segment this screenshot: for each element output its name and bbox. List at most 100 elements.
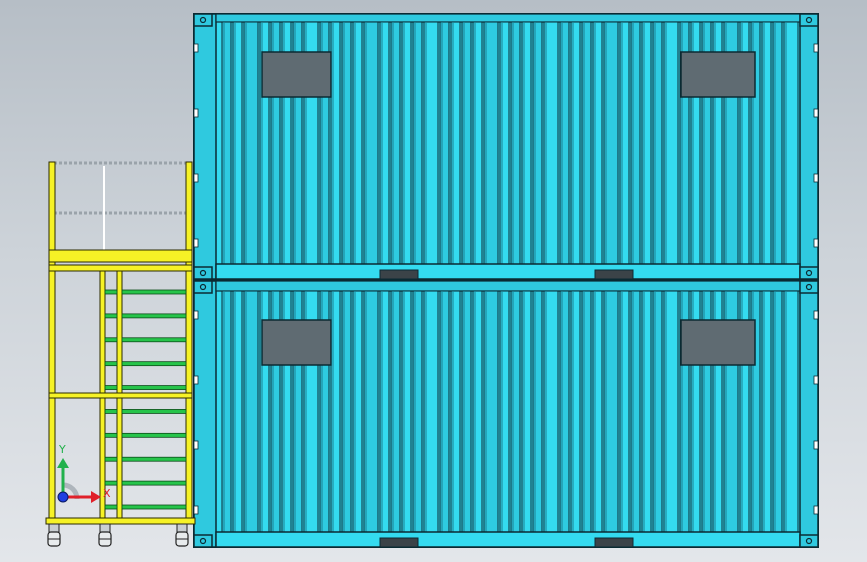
lower-container-rib (352, 290, 363, 533)
upper-container-rib (521, 21, 532, 265)
caster-mount (176, 523, 188, 533)
lower-container-fork-pocket-left (379, 537, 419, 548)
upper-container-hinge (193, 108, 199, 118)
lower-container-corner-casting (799, 280, 819, 294)
cad-drawing-canvas[interactable]: Y X (0, 0, 867, 562)
lower-container-rib (559, 290, 570, 533)
upper-container-rib (341, 21, 352, 265)
lower-container-rib (630, 290, 641, 533)
lower-container-rib (619, 290, 630, 533)
lower-container-rib (499, 290, 510, 533)
lower-container-top-rail (215, 280, 801, 292)
lower-container-rib (379, 290, 390, 533)
upper-container-hinge (193, 238, 199, 248)
caster-mount (99, 523, 111, 533)
upper-container-bottom-rail (215, 263, 801, 280)
tower-casters (47, 523, 189, 547)
upper-container-corner-casting (799, 13, 819, 27)
upper-container-rib (352, 21, 363, 265)
axis-z-dot-icon (57, 491, 69, 503)
lower-container-corner-casting (193, 280, 213, 294)
ladder-rung-inner (104, 313, 118, 319)
upper-container-top-rail (215, 13, 801, 23)
tower-platform (48, 249, 193, 263)
ladder-rung (121, 337, 187, 343)
upper-container-rib (630, 21, 641, 265)
upper-container-rib (559, 21, 570, 265)
upper-container-hinge (813, 238, 819, 248)
lower-container-hinge (193, 375, 199, 385)
upper-container-rib (450, 21, 461, 265)
lower-container-rib (341, 290, 352, 533)
ladder-rung-inner (104, 289, 118, 295)
lower-container-rib (472, 290, 483, 533)
upper-container[interactable] (193, 13, 819, 280)
lower-container-corner-casting (799, 534, 819, 548)
lower-container-rib (641, 290, 652, 533)
lower-container-rib (221, 290, 232, 533)
ladder-rung (121, 385, 187, 390)
upper-container-rib (532, 21, 543, 265)
lower-container-window-right (680, 319, 756, 366)
upper-container-rib (472, 21, 483, 265)
upper-container-window-left (261, 51, 332, 98)
lower-container-rib (461, 290, 472, 533)
lower-container-rib (510, 290, 521, 533)
lower-container-hinge (813, 375, 819, 385)
upper-container-rib (581, 21, 592, 265)
lower-container-rib (521, 290, 532, 533)
upper-container-rib (772, 21, 783, 265)
ladder-rung (121, 409, 187, 414)
axis-x-label: X (103, 487, 111, 500)
lower-container-rib (330, 290, 341, 533)
upper-container-rib (619, 21, 630, 265)
upper-container-rib (390, 21, 401, 265)
upper-container-hinge (193, 173, 199, 183)
ladder-rung-inner (104, 504, 118, 510)
lower-container-fork-pocket-right (594, 537, 634, 548)
ladder-rung-inner (104, 361, 118, 367)
axis-y-label: Y (58, 443, 66, 456)
ladder-rung-inner (104, 480, 118, 486)
ladder-rung-inner (104, 337, 118, 343)
upper-container-rib (499, 21, 510, 265)
ladder-rung-inner (104, 432, 118, 438)
tower-base-frame (45, 517, 196, 525)
lower-container-rib (592, 290, 603, 533)
upper-container-rib (641, 21, 652, 265)
lower-container-rib (232, 290, 243, 533)
upper-container-hinge (193, 43, 199, 53)
upper-container-corner-casting (193, 13, 213, 27)
ladder-rung-inner (104, 385, 118, 390)
upper-container-hinge (813, 173, 819, 183)
lower-container-window-left (261, 319, 332, 366)
lower-container-hinge (193, 310, 199, 320)
upper-container-corner-casting (799, 266, 819, 280)
upper-container-rib (439, 21, 450, 265)
upper-container-rib (510, 21, 521, 265)
lower-container-hinge (193, 505, 199, 515)
lower-container-rib (761, 290, 772, 533)
lower-container-rib (401, 290, 412, 533)
ladder-rung (121, 456, 187, 462)
ladder-rung-inner (104, 456, 118, 462)
upper-container-hinge (813, 108, 819, 118)
upper-container-corner-casting (193, 266, 213, 280)
lower-container-hinge (813, 310, 819, 320)
tower-platform-beam (48, 264, 193, 272)
ladder-rung (121, 432, 187, 438)
tower-upright-left (48, 161, 56, 525)
upper-container-rib (221, 21, 232, 265)
upper-container-rib (570, 21, 581, 265)
caster-mount (48, 523, 60, 533)
upper-container-rib (592, 21, 603, 265)
lower-container-corner-casting (193, 534, 213, 548)
cad-viewport[interactable]: Y X (0, 0, 867, 562)
upper-container-fork-pocket-right (594, 269, 634, 280)
tower-upright-right (185, 161, 193, 525)
lower-container-rib (652, 290, 663, 533)
lower-container[interactable] (193, 280, 819, 548)
lower-container-rib (570, 290, 581, 533)
ladder-rung (121, 289, 187, 295)
tower-mid-brace (48, 392, 193, 399)
